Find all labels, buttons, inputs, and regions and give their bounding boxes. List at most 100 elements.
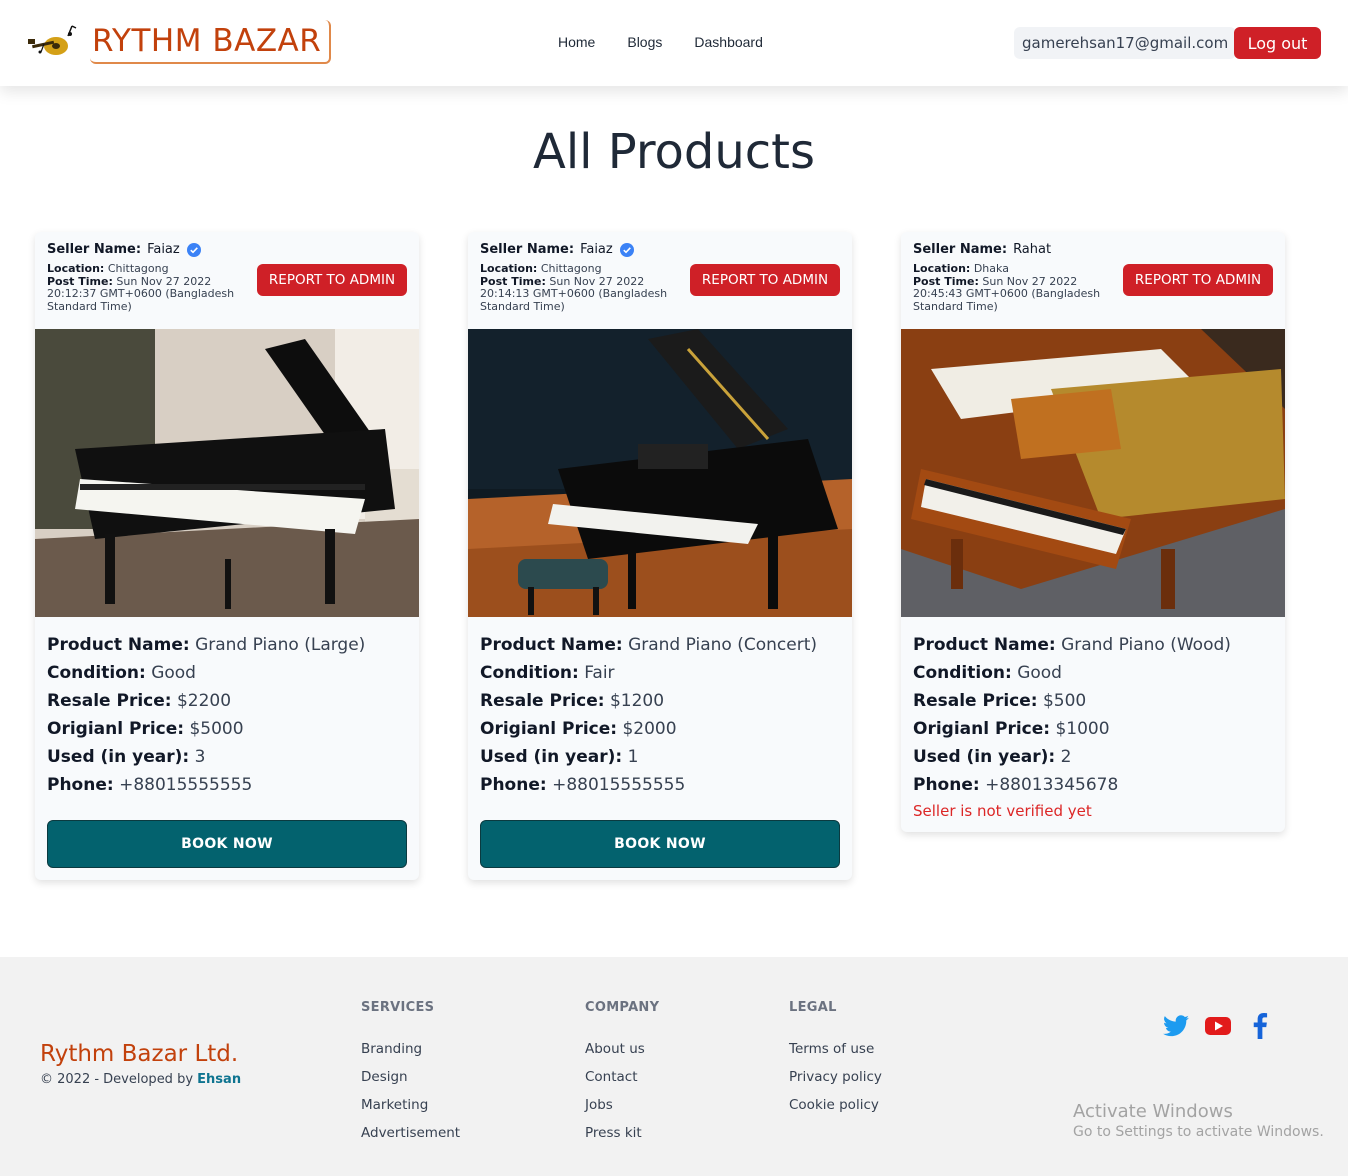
seller-line: Seller Name: Faiaz xyxy=(480,242,840,257)
logout-button[interactable]: Log out xyxy=(1234,27,1321,59)
twitter-icon[interactable] xyxy=(1162,1013,1190,1039)
original-price-label: Origianl Price: xyxy=(47,719,185,739)
original-price-row: Origianl Price: $2000 xyxy=(480,715,840,743)
location-label: Location: xyxy=(47,262,105,275)
resale-price-row: Resale Price: $500 xyxy=(913,687,1273,715)
footer-link-jobs[interactable]: Jobs xyxy=(585,1091,659,1119)
windows-activation-watermark: Activate Windows Go to Settings to activ… xyxy=(1073,1101,1324,1140)
phone-row: Phone: +88015555555 xyxy=(480,771,840,799)
used-row: Used (in year): 3 xyxy=(47,743,407,771)
verified-check-icon xyxy=(186,242,201,257)
footer-company: COMPANY About us Contact Jobs Press kit xyxy=(585,1000,659,1147)
youtube-icon[interactable] xyxy=(1204,1013,1232,1039)
footer-services: SERVICES Branding Design Marketing Adver… xyxy=(361,1000,460,1147)
post-meta: Location: Dhaka Post Time: Sun Nov 27 20… xyxy=(913,262,1118,313)
resale-price-label: Resale Price: xyxy=(47,691,172,711)
user-email: gamerehsan17@gmail.com xyxy=(1014,27,1237,59)
book-now-button[interactable]: BOOK NOW xyxy=(47,820,407,868)
resale-price-label: Resale Price: xyxy=(913,691,1038,711)
footer-link-terms[interactable]: Terms of use xyxy=(789,1035,882,1063)
condition-label: Condition: xyxy=(480,663,579,683)
navbar: RYTHM BAZAR Home Blogs Dashboard gamereh… xyxy=(0,0,1348,86)
verified-check-icon xyxy=(619,242,634,257)
page-title: All Products xyxy=(532,124,816,180)
phone-row: Phone: +88013345678 xyxy=(913,771,1273,799)
seller-name-label: Seller Name: xyxy=(913,242,1008,257)
used-row: Used (in year): 1 xyxy=(480,743,840,771)
footer-link-privacy[interactable]: Privacy policy xyxy=(789,1063,882,1091)
seller-name: Rahat xyxy=(1013,242,1052,257)
product-name-label: Product Name: xyxy=(480,635,623,655)
brand-name: RYTHM BAZAR xyxy=(92,23,322,59)
condition-row: Condition: Good xyxy=(913,659,1273,687)
developer-name[interactable]: Ehsan xyxy=(197,1072,241,1087)
resale-price-label: Resale Price: xyxy=(480,691,605,711)
report-to-admin-button[interactable]: REPORT TO ADMIN xyxy=(257,264,407,296)
resale-price-value: $500 xyxy=(1042,691,1087,711)
report-to-admin-button[interactable]: REPORT TO ADMIN xyxy=(1123,264,1273,296)
guitar-logo-icon xyxy=(26,20,78,64)
post-time-label: Post Time: xyxy=(47,274,113,288)
original-price-row: Origianl Price: $1000 xyxy=(913,715,1273,743)
product-image-grand-piano-wood xyxy=(901,329,1285,617)
used-label: Used (in year): xyxy=(913,747,1056,767)
original-price-row: Origianl Price: $5000 xyxy=(47,715,407,743)
facebook-icon[interactable] xyxy=(1246,1013,1274,1039)
services-title: SERVICES xyxy=(361,1000,435,1015)
footer-link-about[interactable]: About us xyxy=(585,1035,659,1063)
condition-label: Condition: xyxy=(913,663,1012,683)
post-meta: Location: Chittagong Post Time: Sun Nov … xyxy=(47,262,252,313)
seller-line: Seller Name: Rahat xyxy=(913,242,1273,257)
location-value: Chittagong xyxy=(107,262,169,275)
book-now-button[interactable]: BOOK NOW xyxy=(480,820,840,868)
phone-value: +88015555555 xyxy=(119,775,253,795)
phone-label: Phone: xyxy=(480,775,547,795)
footer-link-marketing[interactable]: Marketing xyxy=(361,1091,460,1119)
phone-value: +88013345678 xyxy=(985,775,1119,795)
nav-blogs[interactable]: Blogs xyxy=(611,34,678,50)
social-links xyxy=(1162,1013,1274,1039)
condition-label: Condition: xyxy=(47,663,146,683)
watermark-subtitle: Go to Settings to activate Windows. xyxy=(1073,1124,1324,1140)
used-value: 3 xyxy=(194,747,206,767)
used-value: 2 xyxy=(1060,747,1072,767)
resale-price-row: Resale Price: $1200 xyxy=(480,687,840,715)
footer-link-press-kit[interactable]: Press kit xyxy=(585,1119,659,1147)
card-body: Product Name: Grand Piano (Concert) Cond… xyxy=(468,617,852,868)
report-to-admin-button[interactable]: REPORT TO ADMIN xyxy=(690,264,840,296)
seller-name: Faiaz xyxy=(580,242,613,257)
seller-name: Faiaz xyxy=(147,242,180,257)
product-image-grand-piano-large xyxy=(35,329,419,617)
resale-price-value: $1200 xyxy=(609,691,665,711)
footer-link-design[interactable]: Design xyxy=(361,1063,460,1091)
footer-link-cookie[interactable]: Cookie policy xyxy=(789,1091,882,1119)
product-name-label: Product Name: xyxy=(47,635,190,655)
condition-value: Fair xyxy=(584,663,615,683)
nav-links: Home Blogs Dashboard xyxy=(542,34,779,50)
original-price-label: Origianl Price: xyxy=(480,719,618,739)
card-header: Seller Name: Faiaz Location: Chittagong … xyxy=(468,232,852,329)
nav-home[interactable]: Home xyxy=(542,34,611,50)
product-name-label: Product Name: xyxy=(913,635,1056,655)
product-name-row: Product Name: Grand Piano (Wood) xyxy=(913,631,1273,659)
footer-link-branding[interactable]: Branding xyxy=(361,1035,460,1063)
resale-price-row: Resale Price: $2200 xyxy=(47,687,407,715)
card-header: Seller Name: Faiaz Location: Chittagong … xyxy=(35,232,419,329)
product-name: Grand Piano (Concert) xyxy=(628,635,817,655)
used-label: Used (in year): xyxy=(47,747,190,767)
phone-label: Phone: xyxy=(47,775,114,795)
phone-label: Phone: xyxy=(913,775,980,795)
nav-dashboard[interactable]: Dashboard xyxy=(678,34,779,50)
used-label: Used (in year): xyxy=(480,747,623,767)
footer-link-contact[interactable]: Contact xyxy=(585,1063,659,1091)
post-time-label: Post Time: xyxy=(480,274,546,288)
original-price-label: Origianl Price: xyxy=(913,719,1051,739)
product-name-row: Product Name: Grand Piano (Large) xyxy=(47,631,407,659)
post-meta: Location: Chittagong Post Time: Sun Nov … xyxy=(480,262,685,313)
brand[interactable]: RYTHM BAZAR xyxy=(26,20,332,64)
condition-value: Good xyxy=(1017,663,1062,683)
footer-link-advertisement[interactable]: Advertisement xyxy=(361,1119,460,1147)
phone-row: Phone: +88015555555 xyxy=(47,771,407,799)
footer: Rythm Bazar Ltd. © 2022 - Developed by E… xyxy=(0,957,1348,1176)
used-value: 1 xyxy=(627,747,639,767)
